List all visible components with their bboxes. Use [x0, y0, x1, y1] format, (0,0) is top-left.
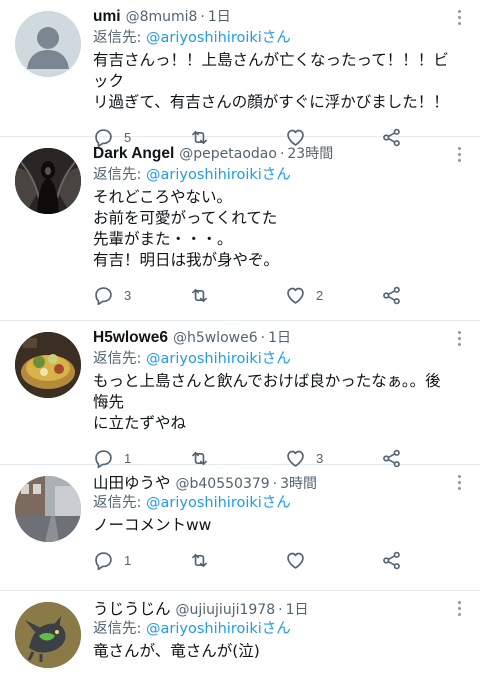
tweet-text: 竜さんが、竜さんが(泣) — [93, 642, 260, 660]
separator: · — [279, 146, 285, 162]
timestamp[interactable]: 1日 — [268, 327, 291, 347]
reply-button[interactable]: 3 — [93, 285, 163, 306]
reply-prefix: 返信先: — [93, 30, 146, 46]
reply-to-link[interactable]: @ariyoshihiroikiさん — [146, 351, 291, 367]
share-icon — [383, 286, 400, 304]
street-avatar-icon — [15, 476, 81, 542]
timestamp[interactable]: 1日 — [208, 6, 231, 26]
reply-to-link[interactable]: @ariyoshihiroikiさん — [146, 30, 291, 46]
reply-prefix: 返信先: — [93, 351, 146, 367]
user-handle[interactable]: @8mumi8 — [126, 9, 198, 25]
display-name[interactable]: 山田ゆうや — [93, 471, 171, 493]
more-options-button[interactable] — [456, 147, 462, 165]
avatar[interactable] — [15, 332, 81, 398]
reply-to-link[interactable]: @ariyoshihiroikiさん — [146, 167, 291, 183]
more-options-button[interactable] — [456, 475, 462, 493]
avatar[interactable] — [15, 11, 81, 77]
reply-context: 返信先: @ariyoshihiroikiさん — [93, 491, 456, 513]
reply-prefix: 返信先: — [93, 167, 146, 183]
user-handle[interactable]: @pepetaodao — [179, 146, 277, 162]
tweet[interactable]: うじうじん @ujiujiuji1978 · 1日 返信先: @ariyoshi… — [0, 591, 480, 680]
share-icon — [383, 551, 400, 569]
more-icon — [457, 475, 461, 478]
reply-thread: umi @8mumi8 · 1日 返信先: @ariyoshihiroikiさん… — [0, 0, 480, 680]
dark-angel-avatar-icon — [15, 148, 81, 214]
food-avatar-icon — [15, 332, 81, 398]
like-button[interactable]: 2 — [285, 285, 355, 306]
retweet-icon — [192, 553, 207, 567]
tweet-text: ノーコメントww — [93, 516, 212, 534]
more-icon — [457, 147, 461, 150]
user-handle[interactable]: @b40550379 — [176, 476, 270, 492]
separator: · — [272, 476, 278, 492]
like-count: 3 — [316, 450, 324, 466]
tweet[interactable]: umi @8mumi8 · 1日 返信先: @ariyoshihiroikiさん… — [0, 0, 480, 147]
tweet-text: 有吉さんっ！！上島さんが亡くなったって！！！ビック リ過ぎて、有吉さんの顔がすぐ… — [93, 51, 449, 111]
like-button[interactable] — [285, 550, 355, 571]
action-bar: 3 2 — [93, 277, 403, 313]
tweet-text: もっと上島さんと飲んでおけば良かったなぁ。。後悔先 に立たずやね — [93, 372, 441, 432]
default-avatar-icon — [15, 11, 81, 77]
share-button[interactable] — [381, 550, 403, 571]
like-count: 2 — [316, 287, 324, 303]
timestamp[interactable]: 23時間 — [287, 143, 333, 163]
more-icon — [457, 10, 461, 13]
tweet[interactable]: Dark Angel @pepetaodao · 23時間 返信先: @ariy… — [0, 137, 480, 321]
reply-prefix: 返信先: — [93, 495, 146, 511]
timestamp[interactable]: 3時間 — [280, 473, 317, 493]
tweet[interactable]: 山田ゆうや @b40550379 · 3時間 返信先: @ariyoshihir… — [0, 465, 480, 591]
more-icon — [457, 601, 461, 604]
avatar[interactable] — [15, 476, 81, 542]
avatar[interactable] — [15, 602, 81, 668]
display-name[interactable]: umi — [93, 8, 121, 26]
more-options-button[interactable] — [456, 601, 462, 619]
tweet-text: それどころやない。 お前を可愛がってくれてた 先輩がまた・・・。 有吉！明日は我… — [93, 188, 280, 269]
user-handle[interactable]: @h5wlowe6 — [173, 330, 258, 346]
reply-context: 返信先: @ariyoshihiroikiさん — [93, 26, 456, 48]
reply-icon — [95, 286, 112, 305]
retweet-button[interactable] — [189, 550, 259, 571]
reply-count: 3 — [124, 287, 132, 303]
reply-prefix: 返信先: — [93, 621, 146, 637]
separator: · — [278, 602, 283, 618]
like-icon — [287, 287, 304, 304]
action-bar: 1 — [93, 542, 403, 578]
more-icon — [457, 331, 461, 334]
reply-button[interactable]: 1 — [93, 550, 163, 571]
like-icon — [287, 552, 304, 569]
more-options-button[interactable] — [456, 10, 462, 28]
user-handle[interactable]: @ujiujiuji1978 — [176, 602, 276, 618]
reply-count: 1 — [124, 450, 132, 466]
display-name[interactable]: Dark Angel — [93, 145, 174, 163]
reply-icon — [95, 551, 112, 570]
bird-avatar-icon — [15, 602, 81, 668]
avatar[interactable] — [15, 148, 81, 214]
separator: · — [200, 9, 205, 25]
timestamp[interactable]: 1日 — [286, 599, 309, 619]
display-name[interactable]: H5wlowe6 — [93, 329, 168, 347]
tweet[interactable]: H5wlowe6 @h5wlowe6 · 1日 返信先: @ariyoshihi… — [0, 321, 480, 468]
more-options-button[interactable] — [456, 331, 462, 349]
reply-to-link[interactable]: @ariyoshihiroikiさん — [146, 495, 291, 511]
reply-context: 返信先: @ariyoshihiroikiさん — [93, 347, 456, 369]
separator: · — [260, 330, 266, 346]
display-name[interactable]: うじうじん — [93, 597, 171, 619]
reply-context: 返信先: @ariyoshihiroikiさん — [93, 163, 456, 185]
reply-count: 1 — [124, 552, 132, 568]
share-button[interactable] — [381, 285, 403, 306]
reply-context: 返信先: @ariyoshihiroikiさん — [93, 617, 456, 639]
reply-to-link[interactable]: @ariyoshihiroikiさん — [146, 621, 291, 637]
retweet-icon — [192, 288, 207, 302]
retweet-button[interactable] — [189, 285, 259, 306]
